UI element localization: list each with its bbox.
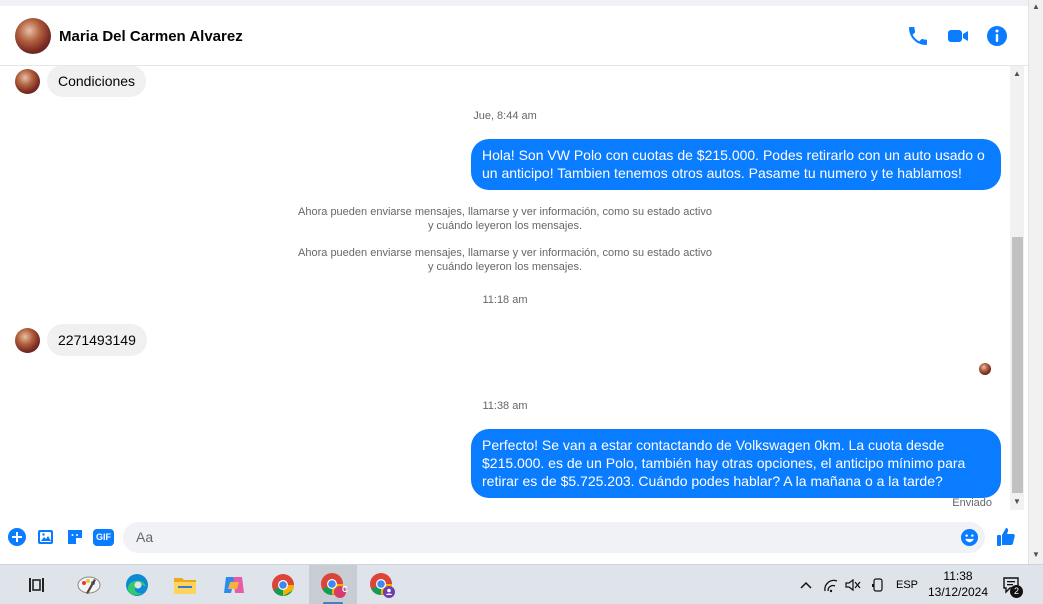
gif-icon[interactable]: GIF xyxy=(93,529,114,546)
outgoing-message-bubble[interactable]: Hola! Son VW Polo con cuotas de $215.000… xyxy=(471,139,1001,190)
scroll-down-arrow[interactable]: ▼ xyxy=(1012,497,1022,506)
chrome-icon xyxy=(272,574,294,596)
copilot-icon xyxy=(224,577,244,593)
message-list[interactable]: Condiciones Jue, 8:44 am Hola! Son VW Po… xyxy=(0,66,1010,518)
video-camera-icon[interactable] xyxy=(946,24,970,48)
language-indicator[interactable]: ESP xyxy=(893,565,921,604)
image-icon[interactable] xyxy=(36,527,56,547)
scroll-up-arrow[interactable]: ▲ xyxy=(1012,69,1022,78)
message-input[interactable] xyxy=(136,529,956,545)
system-notice-line: y cuándo leyeron los mensajes. xyxy=(427,261,583,273)
outgoing-message-bubble[interactable]: Perfecto! Se van a estar contactando de … xyxy=(471,429,1001,498)
volume-muted-icon xyxy=(845,578,861,592)
clock-time: 11:38 xyxy=(943,569,973,583)
tray-network[interactable] xyxy=(821,565,841,604)
wifi-icon xyxy=(824,579,838,593)
sender-avatar[interactable] xyxy=(15,327,40,353)
incoming-message: Condiciones xyxy=(15,66,147,97)
taskbar-app-chrome[interactable] xyxy=(259,565,307,604)
notification-count-badge: 2 xyxy=(1010,585,1023,598)
message-input-wrapper xyxy=(123,522,985,553)
seen-receipt-avatar xyxy=(979,363,991,375)
message-bubble[interactable]: Condiciones xyxy=(47,66,147,97)
scrollbar-thumb[interactable] xyxy=(1012,237,1023,493)
system-notice-line: Ahora pueden enviarse mensajes, llamarse… xyxy=(298,206,712,218)
profile-badge: C xyxy=(342,585,348,594)
battery-device-icon xyxy=(872,578,883,592)
system-notice-line: Ahora pueden enviarse mensajes, llamarse… xyxy=(298,247,712,259)
clock-date: 13/12/2024 xyxy=(927,585,989,599)
taskbar-app-edge[interactable] xyxy=(113,565,161,604)
message-composer: GIF xyxy=(0,518,1028,564)
message-scrollbar[interactable]: ▲ ▼ xyxy=(1010,66,1024,510)
sender-avatar[interactable] xyxy=(15,68,40,94)
conversation-header: Maria Del Carmen Alvarez xyxy=(0,0,1028,66)
contact-avatar[interactable] xyxy=(15,18,51,54)
system-notice: Ahora pueden enviarse mensajes, llamarse… xyxy=(0,246,1010,274)
plus-icon[interactable] xyxy=(7,527,27,547)
tray-device[interactable] xyxy=(868,565,888,604)
message-timestamp: Jue, 8:44 am xyxy=(473,110,537,122)
tray-volume[interactable] xyxy=(843,565,863,604)
thumbs-up-icon[interactable] xyxy=(995,526,1017,548)
system-notice: Ahora pueden enviarse mensajes, llamarse… xyxy=(0,205,1010,233)
chrome-profile-icon xyxy=(370,573,395,598)
windows-taskbar: C ESP 11:38 13/12/2024 2 xyxy=(0,564,1043,604)
page-scroll-down-arrow[interactable]: ▼ xyxy=(1031,550,1041,559)
sent-status: Enviado xyxy=(952,497,992,509)
notification-center-button[interactable]: 2 xyxy=(998,565,1026,604)
page-scroll-up-arrow[interactable]: ▲ xyxy=(1031,2,1041,11)
chevron-up-icon xyxy=(800,581,812,589)
system-notice-line: y cuándo leyeron los mensajes. xyxy=(427,220,583,232)
taskbar-app-file-explorer[interactable] xyxy=(161,565,209,604)
system-clock[interactable]: 11:38 13/12/2024 xyxy=(922,568,994,600)
message-timestamp: 11:38 am xyxy=(482,400,528,412)
contact-name[interactable]: Maria Del Carmen Alvarez xyxy=(59,28,243,45)
taskbar-app-chrome-profile-c[interactable]: C xyxy=(309,565,357,604)
task-view-button[interactable] xyxy=(13,565,61,604)
sticker-icon[interactable] xyxy=(65,527,85,547)
message-bubble[interactable]: 2271493149 xyxy=(47,324,147,356)
page-scrollbar[interactable]: ▲ ▼ xyxy=(1028,0,1043,564)
paint-icon xyxy=(77,576,101,594)
taskbar-app-chrome-profile-2[interactable] xyxy=(358,565,406,604)
tray-overflow-chevron[interactable] xyxy=(797,565,815,604)
incoming-message: 2271493149 xyxy=(15,324,147,356)
emoji-icon[interactable] xyxy=(960,528,979,547)
edge-icon xyxy=(126,574,148,596)
taskbar-app-paint[interactable] xyxy=(65,565,113,604)
folder-icon xyxy=(174,578,196,594)
message-timestamp: 11:18 am xyxy=(482,294,528,306)
info-icon[interactable] xyxy=(985,24,1009,48)
task-view-icon xyxy=(29,578,44,592)
phone-icon[interactable] xyxy=(906,24,930,48)
taskbar-app-copilot[interactable] xyxy=(210,565,258,604)
